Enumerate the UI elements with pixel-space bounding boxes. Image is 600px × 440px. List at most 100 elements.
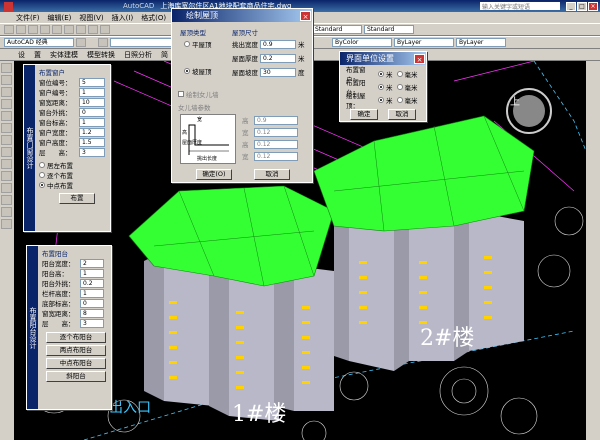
maximize-icon[interactable]: □	[577, 1, 587, 11]
radio-center[interactable]: 中点布置	[39, 180, 108, 190]
cancel-button[interactable]: 取消	[254, 169, 290, 180]
field-label: 阳台外挑：	[42, 280, 75, 288]
window-spacing-input[interactable]: 10	[79, 97, 105, 107]
radio-millimeter[interactable]	[396, 71, 403, 77]
close-icon[interactable]: ×	[300, 10, 311, 21]
angled-balcony-button[interactable]: 斜阳台	[46, 371, 106, 382]
tab-settings-1[interactable]: 设	[18, 50, 25, 60]
parapet-width-input[interactable]: 0.12	[254, 127, 298, 137]
new-icon[interactable]	[4, 25, 14, 34]
table-tool-icon[interactable]	[1, 207, 12, 217]
two-point-balcony-button[interactable]: 两点布阳台	[46, 345, 106, 356]
menu-edit[interactable]: 编辑(E)	[48, 13, 72, 23]
field-label: 层 高：	[39, 149, 72, 157]
balcony-height-input[interactable]: 1	[80, 268, 104, 278]
block-tool-icon[interactable]	[1, 159, 12, 169]
window-number-input[interactable]: 1	[79, 87, 105, 97]
text-tool-icon[interactable]	[1, 219, 12, 229]
place-window-button[interactable]: 布置	[59, 193, 95, 204]
floor-height-input[interactable]: 3	[80, 318, 104, 328]
cancel-button[interactable]: 取消	[388, 109, 416, 120]
radio-flat-roof[interactable]: 平屋顶	[184, 39, 212, 49]
radio-meter-selected[interactable]	[378, 84, 384, 90]
radio-selected-icon	[184, 68, 190, 74]
parapet-height-input[interactable]: 0.9	[254, 115, 298, 125]
tab-settings-2[interactable]: 置	[34, 50, 41, 60]
pan-icon[interactable]	[76, 25, 86, 34]
tab-simple[interactable]: 简	[161, 50, 168, 60]
workspace-combo[interactable]: AutoCAD 经典	[4, 38, 74, 47]
window-spacing-input[interactable]: 8	[80, 308, 104, 318]
minimize-icon[interactable]: _	[566, 1, 576, 11]
ok-button[interactable]: 确定	[350, 109, 378, 120]
radio-millimeter[interactable]	[396, 97, 403, 103]
color-combo[interactable]: ByColor	[332, 38, 392, 47]
radio-left[interactable]: 居左布置	[39, 160, 108, 170]
search-input[interactable]: 输入关键字或短语	[480, 2, 560, 11]
app-icon[interactable]	[4, 1, 13, 11]
zoom-icon[interactable]	[88, 25, 98, 34]
field-label: 屋面坡度	[232, 69, 258, 77]
workspace-settings-icon[interactable]	[76, 38, 86, 47]
save-icon[interactable]	[28, 25, 38, 34]
railing-height-input[interactable]: 1	[80, 288, 104, 298]
parapet-checkbox[interactable]: 绘制女儿墙	[178, 89, 219, 99]
close-icon[interactable]: ×	[588, 1, 598, 11]
coping-width-input[interactable]: 0.12	[254, 151, 298, 161]
roof-slope-input[interactable]: 30	[260, 67, 296, 77]
ok-button[interactable]: 确定(O)	[196, 169, 232, 180]
radio-pitched-roof[interactable]: 坡屋顶	[184, 66, 212, 76]
text-style-combo[interactable]: Standard	[312, 25, 362, 34]
parapet-diagram: 宽 高 屋面厚度 挑出长度	[180, 114, 236, 164]
arc-tool-icon[interactable]	[1, 111, 12, 121]
print-icon[interactable]	[40, 25, 50, 34]
dim-style-combo[interactable]: Standard	[364, 25, 414, 34]
window-height-input[interactable]: 1.5	[79, 137, 105, 147]
linetype-combo[interactable]: ByLayer	[394, 38, 454, 47]
place-each-balcony-button[interactable]: 逐个布阳台	[46, 332, 106, 343]
menu-view[interactable]: 视图(V)	[79, 13, 103, 23]
open-icon[interactable]	[16, 25, 26, 34]
floor-height-input[interactable]: 3	[79, 147, 105, 157]
tab-solid-modeling[interactable]: 实体建模	[50, 50, 78, 60]
field-label: 窗台外挑：	[39, 109, 72, 117]
region-tool-icon[interactable]	[1, 195, 12, 205]
close-icon[interactable]: ×	[414, 53, 425, 64]
menu-format[interactable]: 格式(O)	[141, 13, 166, 23]
hatch-tool-icon[interactable]	[1, 183, 12, 193]
window-width-input[interactable]: 1.2	[79, 127, 105, 137]
window-position-input[interactable]: 5	[79, 77, 105, 87]
radio-meter-selected[interactable]	[378, 97, 384, 103]
lineweight-combo[interactable]: ByLayer	[456, 38, 506, 47]
spline-tool-icon[interactable]	[1, 135, 12, 145]
balcony-width-input[interactable]: 2	[80, 258, 104, 268]
radio-meter-selected[interactable]	[378, 71, 384, 77]
properties-icon[interactable]	[100, 25, 110, 34]
circle-tool-icon[interactable]	[1, 123, 12, 133]
unit-settings-dialog: 界面单位设置 × 布置窗户：米毫米 布置阳台：米毫米 绘制屋顶：米毫米 确定 取…	[339, 51, 427, 122]
polyline-tool-icon[interactable]	[1, 75, 12, 85]
redo-icon[interactable]	[64, 25, 74, 34]
dialog-titlebar: 绘制屋顶 ×	[172, 9, 312, 22]
ellipse-tool-icon[interactable]	[1, 147, 12, 157]
layer-manager-icon[interactable]	[98, 38, 108, 47]
menu-insert[interactable]: 插入(I)	[112, 13, 134, 23]
tab-model-convert[interactable]: 模型转换	[87, 50, 115, 60]
undo-icon[interactable]	[52, 25, 62, 34]
radio-each[interactable]: 逐个布置	[39, 170, 108, 180]
menu-file[interactable]: 文件(F)	[16, 13, 40, 23]
coping-height-input[interactable]: 0.12	[254, 139, 298, 149]
sill-height-input[interactable]: 1	[79, 117, 105, 127]
tab-sunlight-analysis[interactable]: 日照分析	[124, 50, 152, 60]
sill-offset-input[interactable]: 0	[79, 107, 105, 117]
base-elevation-input[interactable]: 0	[80, 298, 104, 308]
point-tool-icon[interactable]	[1, 171, 12, 181]
rectangle-tool-icon[interactable]	[1, 99, 12, 109]
radio-millimeter[interactable]	[396, 84, 403, 90]
roof-thickness-input[interactable]: 0.2	[260, 53, 296, 63]
line-tool-icon[interactable]	[1, 63, 12, 73]
overhang-width-input[interactable]: 0.9	[260, 39, 296, 49]
midpoint-balcony-button[interactable]: 中点布阳台	[46, 358, 106, 369]
balcony-offset-input[interactable]: 0.2	[80, 278, 104, 288]
polygon-tool-icon[interactable]	[1, 87, 12, 97]
